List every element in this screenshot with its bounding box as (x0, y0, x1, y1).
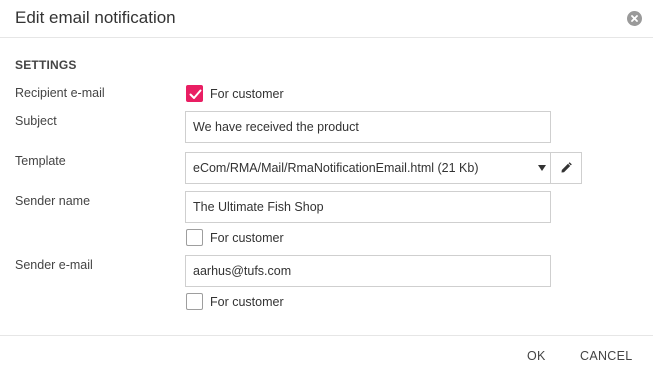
caret-down-icon (538, 165, 546, 171)
recipient-for-customer-label[interactable]: For customer (210, 87, 284, 101)
checkmark-icon (189, 89, 202, 99)
dialog-title: Edit email notification (15, 8, 176, 27)
edit-email-notification-dialog: Edit email notification SETTINGS Recipie… (0, 0, 653, 376)
subject-input[interactable]: We have received the product (185, 111, 551, 143)
settings-section-title: SETTINGS (15, 58, 77, 72)
sender-name-for-customer-checkbox[interactable] (186, 229, 203, 246)
sender-name-input[interactable]: The Ultimate Fish Shop (185, 191, 551, 223)
sender-name-label: Sender name (15, 194, 91, 208)
sender-email-label: Sender e-mail (15, 258, 93, 272)
ok-button[interactable]: OK (527, 349, 546, 363)
close-button[interactable] (627, 11, 642, 26)
dialog-header: Edit email notification (0, 0, 653, 38)
template-selected-value: eCom/RMA/Mail/RmaNotificationEmail.html … (193, 161, 479, 175)
dialog-footer: OK CANCEL (0, 335, 653, 376)
subject-label: Subject (15, 114, 57, 128)
sender-email-for-customer-checkbox[interactable] (186, 293, 203, 310)
template-select[interactable]: eCom/RMA/Mail/RmaNotificationEmail.html … (185, 152, 551, 184)
sender-email-for-customer-label[interactable]: For customer (210, 295, 284, 309)
cancel-button[interactable]: CANCEL (580, 349, 633, 363)
edit-template-button[interactable] (550, 152, 582, 184)
pencil-icon (561, 162, 572, 173)
close-icon (631, 15, 638, 22)
recipient-for-customer-checkbox[interactable] (186, 85, 203, 102)
recipient-email-label: Recipient e-mail (15, 86, 105, 100)
sender-name-for-customer-label[interactable]: For customer (210, 231, 284, 245)
sender-email-input[interactable]: aarhus@tufs.com (185, 255, 551, 287)
template-label: Template (15, 154, 66, 168)
